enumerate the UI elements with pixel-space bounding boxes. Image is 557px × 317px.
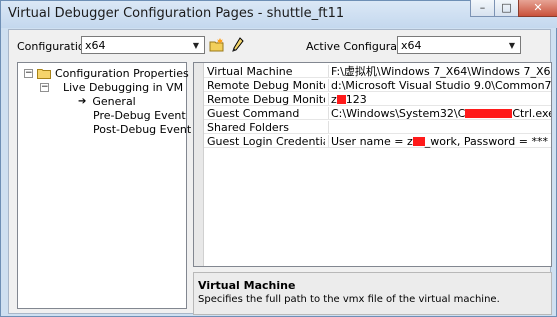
new-folder-icon [209,38,224,52]
dialog-client-area: Configuration: x64 ▼ Active Configuratio… [8,29,552,315]
description-panel: Virtual Machine Specifies the full path … [193,272,552,315]
selection-arrow-icon: ➔ [78,96,87,107]
rename-button[interactable] [229,36,247,54]
configuration-window: Virtual Debugger Configuration Pages - s… [0,0,557,317]
minimize-button[interactable]: – [470,0,495,17]
value-prefix: User name = z [331,135,413,148]
tree-item-general[interactable]: ➔ General [78,95,136,108]
configuration-bar: Configuration: x64 ▼ Active Configuratio… [9,36,550,56]
value-suffix: 123 [345,93,367,106]
window-title: Virtual Debugger Configuration Pages - s… [8,6,345,21]
value-suffix: _work, Password = *** [424,135,548,148]
active-configuration-select-value: x64 [401,38,422,52]
column-divider [328,79,329,91]
property-value[interactable]: User name = z _work, Password = *** [331,135,551,148]
tree-label: Post-Debug Event [93,123,192,136]
property-row[interactable]: Guest Command C:\Windows\System32\C Ctrl.… [204,107,551,120]
configuration-tree[interactable]: − Configuration Properties − Live Debugg… [17,62,191,309]
column-divider [328,65,329,77]
property-value[interactable]: C:\Windows\System32\C Ctrl.exe [331,107,551,120]
column-divider [328,135,329,147]
property-value[interactable]: z 123 [331,93,551,106]
property-name: Remote Debug Monitor Path [207,79,325,92]
tree-label: Live Debugging in VM [63,81,184,94]
folder-icon [37,69,51,79]
pencil-icon [232,37,244,52]
redaction-mark [412,137,425,146]
title-bar[interactable]: Virtual Debugger Configuration Pages - s… [1,0,557,28]
description-title: Virtual Machine [198,279,296,292]
property-grid[interactable]: Virtual Machine F:\虚拟机\Windows 7_X64\Win… [193,62,552,267]
property-row[interactable]: Shared Folders [204,121,551,134]
tree-item-post-debug-event[interactable]: Post-Debug Event [93,123,191,136]
configuration-select-value: x64 [85,38,106,52]
tree-item-live-debugging[interactable]: − Live Debugging in VM [40,81,183,94]
collapse-icon[interactable]: − [24,69,33,78]
property-value[interactable]: F:\虚拟机\Windows 7_X64\Windows 7_X64.vmx [331,65,551,78]
property-row[interactable]: Remote Debug Monitor Name z123 [204,93,551,106]
active-configuration-select[interactable]: x64 ▼ [397,36,521,54]
tree-item-pre-debug-event[interactable]: Pre-Debug Event [93,109,186,122]
column-divider [328,93,329,105]
property-name: Virtual Machine [207,65,293,78]
property-value[interactable]: d:\Microsoft Visual Studio 9.0\Common7\I… [331,79,551,92]
redaction-mark [336,95,346,104]
property-name: Remote Debug Monitor Name [207,93,325,106]
maximize-button[interactable]: □ [494,0,519,17]
folder-star-button[interactable] [208,36,226,54]
value-prefix: C:\Windows\System32\C [331,107,466,120]
close-button[interactable]: ✕ [518,0,557,17]
tree-item-configuration-properties[interactable]: − Configuration Properties [24,67,189,80]
property-row[interactable]: Virtual Machine F:\虚拟机\Windows 7_X64\Win… [204,65,551,78]
tree-label: Configuration Properties [55,67,189,80]
chevron-down-icon: ▼ [508,40,516,50]
configuration-select[interactable]: x64 ▼ [81,36,205,54]
property-row[interactable]: Guest Login Credentials User name = z _wo… [204,135,551,148]
property-name: Shared Folders [207,121,289,134]
collapse-icon[interactable]: − [40,83,49,92]
tree-label: General [92,95,136,108]
property-name: Guest Command [207,107,300,120]
property-row[interactable]: Remote Debug Monitor Path d:\Microsoft V… [204,79,551,92]
description-text: Specifies the full path to the vmx file … [198,294,500,305]
window-controls: – □ ✕ [470,0,557,18]
value-suffix: Ctrl.exe [512,107,551,120]
column-divider [328,107,329,119]
grid-gutter [194,63,204,266]
redaction-mark [465,109,513,118]
property-name: Guest Login Credentials [207,135,325,148]
tree-label: Pre-Debug Event [93,109,186,122]
column-divider [328,121,329,133]
chevron-down-icon: ▼ [192,40,200,50]
